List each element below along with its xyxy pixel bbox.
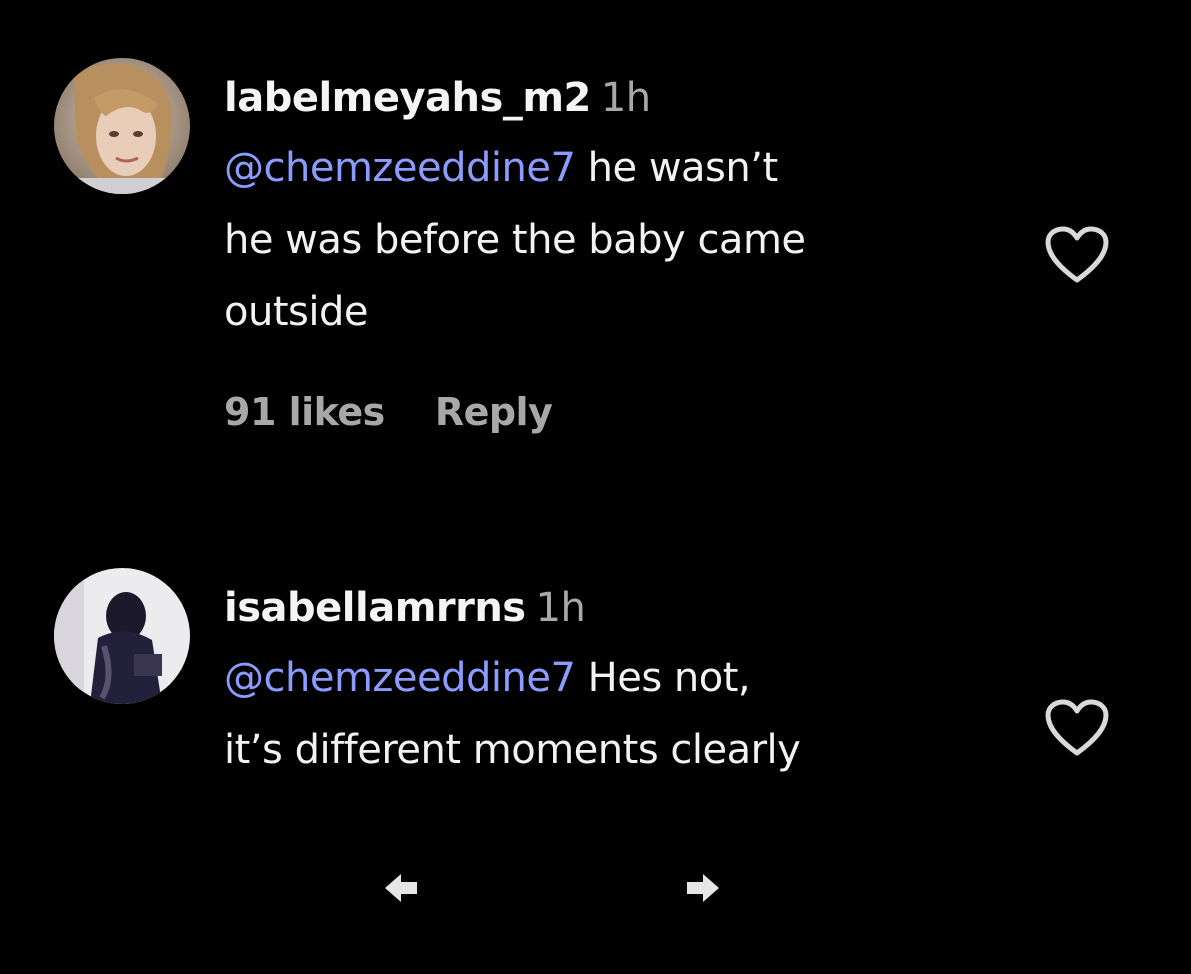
avatar[interactable] [54,58,190,194]
avatar-photo-person [54,568,190,704]
like-button[interactable] [1042,697,1112,759]
comment-time: 1h [535,585,586,631]
avatar[interactable] [54,568,190,704]
comment-time: 1h [600,75,651,121]
likes-count[interactable]: 91 likes [224,390,385,434]
comment-text-line: he wasn’t [575,145,779,191]
comment-text-line: it’s different moments clearly [224,727,801,773]
comment-username[interactable]: labelmeyahs_m2 [224,75,591,121]
comment-header: isabellamrrns 1h [224,584,1024,632]
arrow-left-icon [385,874,417,902]
comment-text-line: Hes not, [575,655,751,701]
comment-text-line: outside [224,289,368,335]
comment-text: @chemzeeddine7 he wasn’t he was before t… [224,132,1024,348]
comment-text: @chemzeeddine7 Hes not, it’s different m… [224,642,1024,786]
arrow-right-icon [687,874,719,902]
comment-header: labelmeyahs_m2 1h [224,74,1024,122]
mention-link[interactable]: @chemzeeddine7 [224,655,576,701]
like-button[interactable] [1042,224,1112,286]
comment-username[interactable]: isabellamrrns [224,585,526,631]
avatar-photo-woman [54,58,190,194]
reply-button[interactable]: Reply [435,390,553,434]
comment-meta: 91 likes Reply [224,388,1024,436]
comment-text-line: he was before the baby came [224,217,806,263]
heart-outline-icon [1045,226,1109,283]
heart-outline-icon [1045,699,1109,756]
next-button[interactable] [683,868,723,908]
prev-button[interactable] [381,868,421,908]
mention-link[interactable]: @chemzeeddine7 [224,145,576,191]
